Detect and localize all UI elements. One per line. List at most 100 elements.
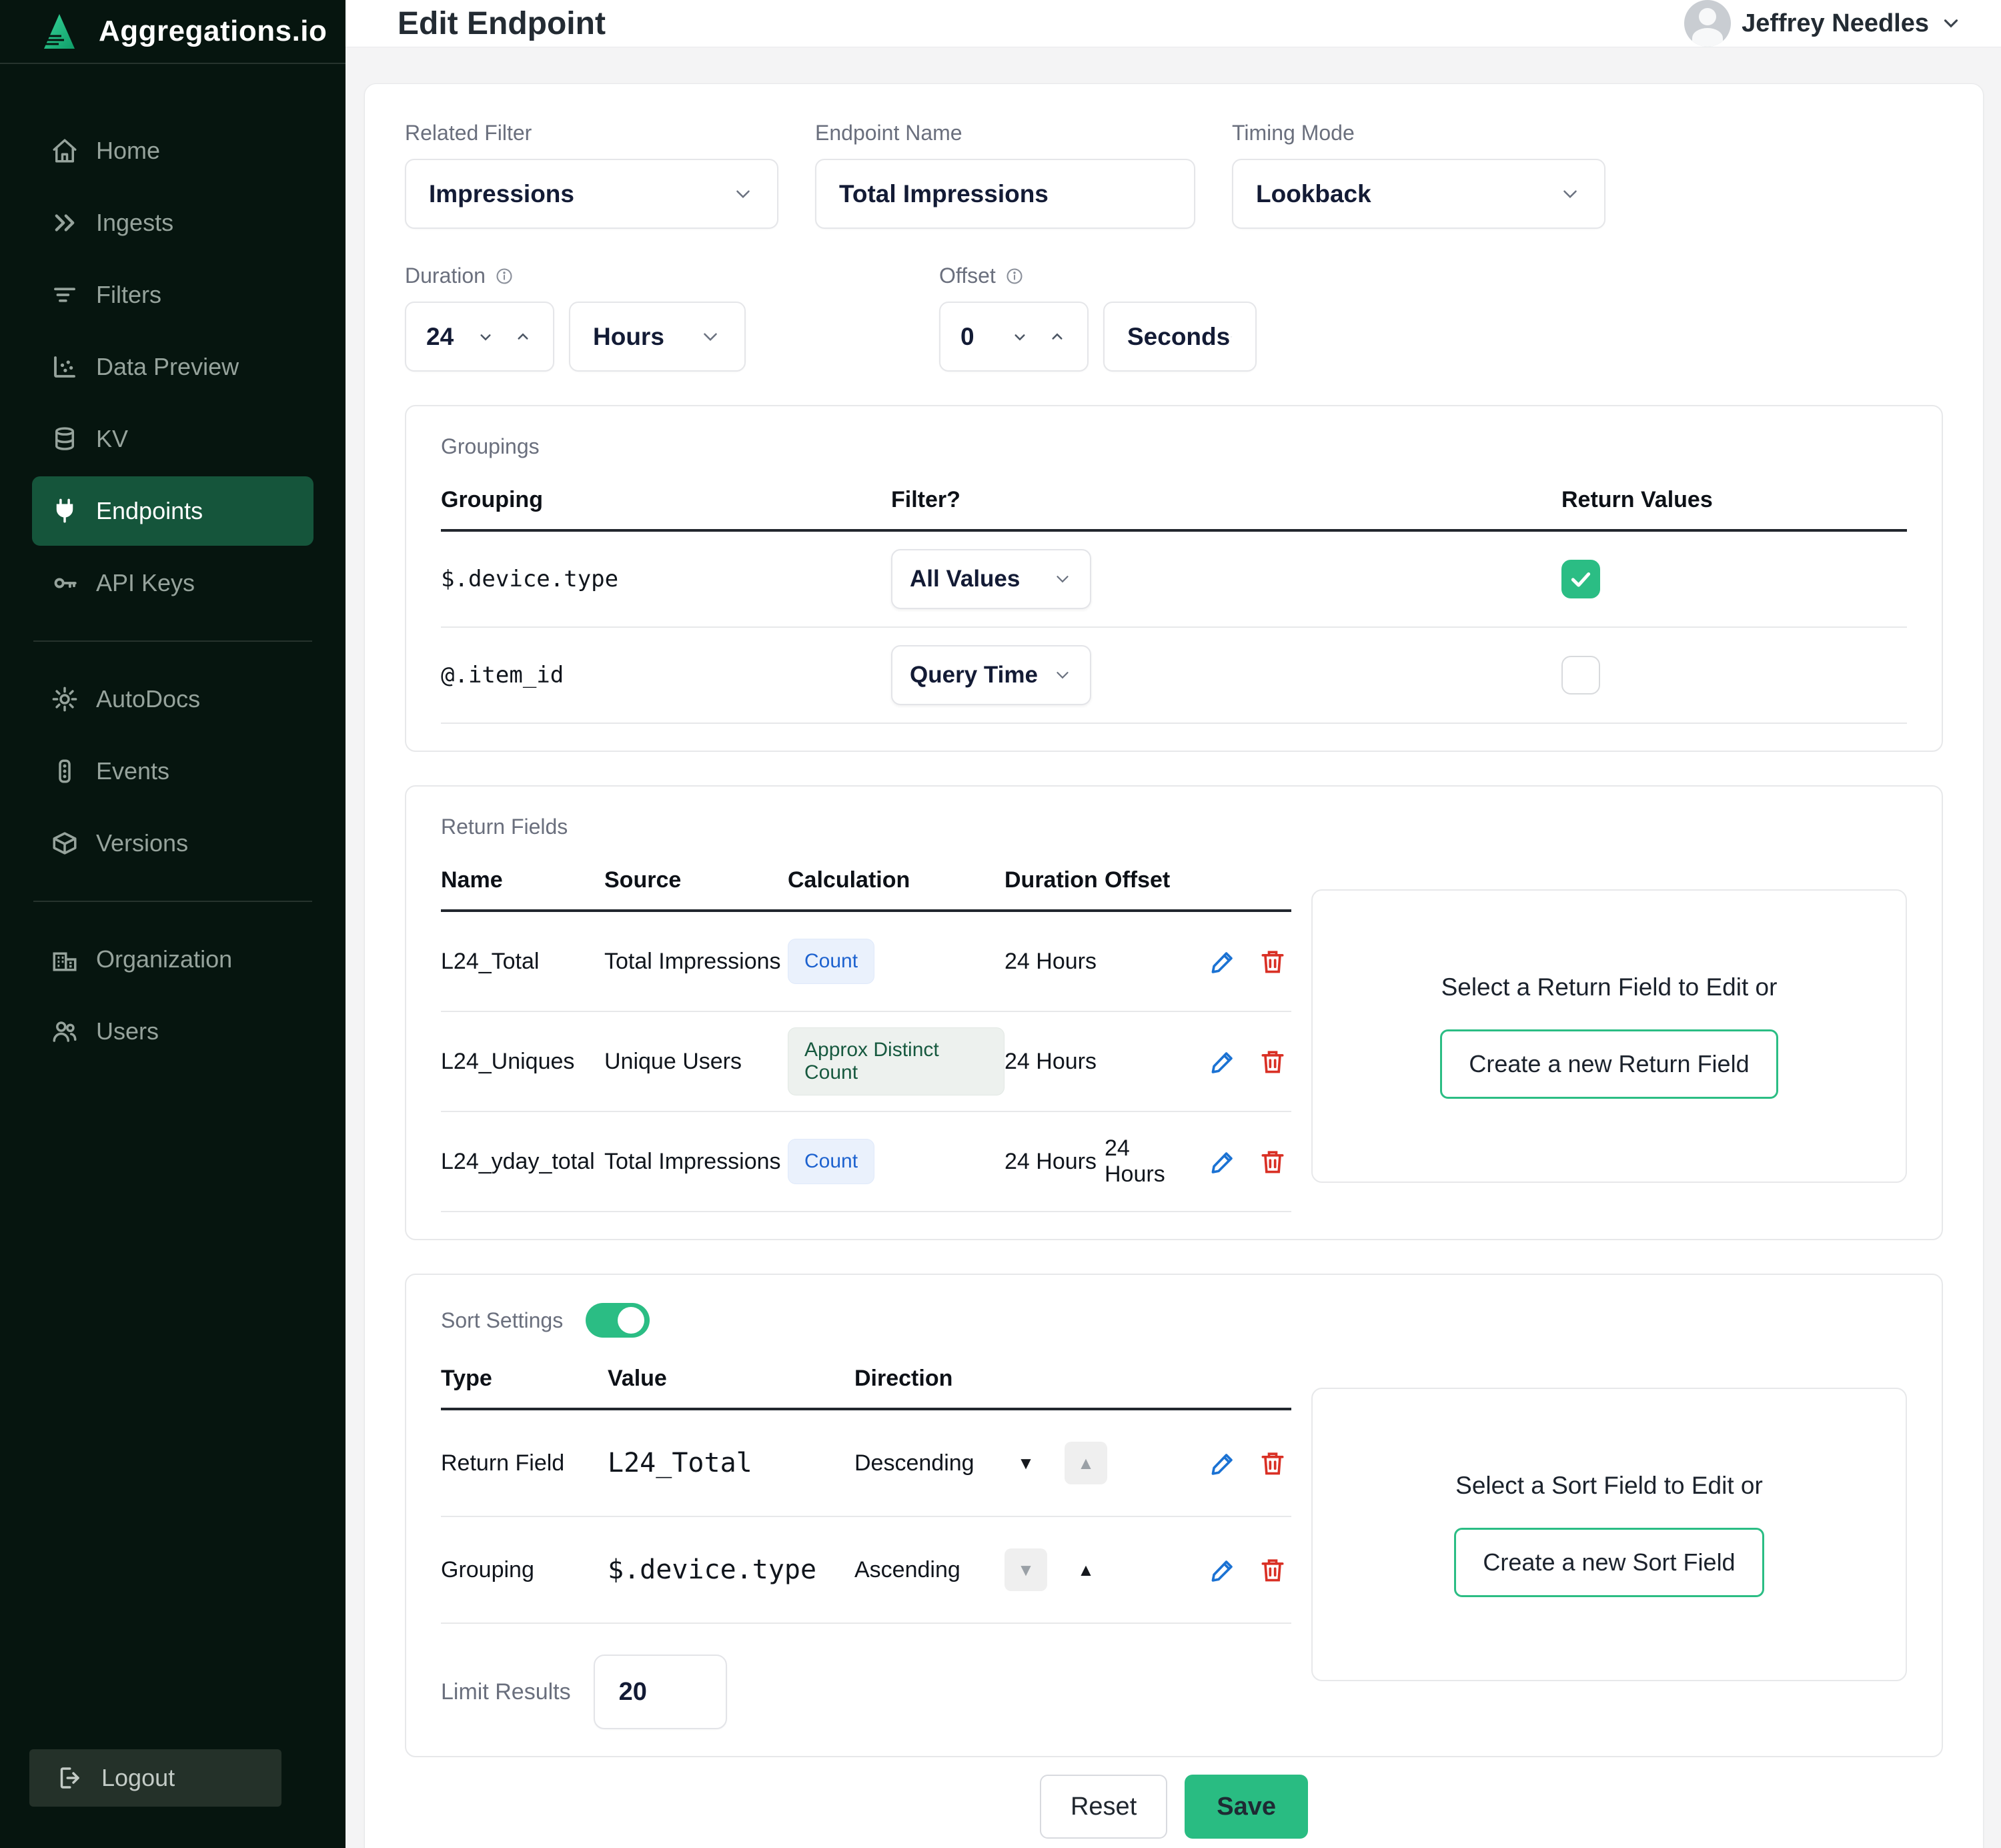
return-values-checkbox[interactable] (1561, 560, 1600, 598)
sidebar-item-label: AutoDocs (96, 685, 200, 713)
return-field-offset: 24 Hours (1105, 1135, 1185, 1188)
reset-button[interactable]: Reset (1040, 1775, 1167, 1839)
edit-icon[interactable] (1209, 1147, 1238, 1176)
offset-unit-select[interactable]: Seconds (1103, 302, 1257, 372)
main-area: Edit Endpoint Jeffrey Needles Related Fi… (346, 0, 2001, 1848)
edit-icon[interactable] (1209, 1448, 1238, 1478)
sort-type: Grouping (441, 1557, 608, 1583)
duration-group: Duration 24 Hours (405, 264, 746, 372)
offset-value-stepper[interactable]: 0 (939, 302, 1089, 372)
return-values-checkbox[interactable] (1561, 656, 1600, 695)
limit-results-label: Limit Results (441, 1679, 571, 1705)
page-title: Edit Endpoint (398, 5, 606, 42)
move-up-button[interactable]: ▲ (1065, 1548, 1107, 1591)
sidebar-item-versions[interactable]: Versions (32, 809, 313, 878)
sidebar-item-kv[interactable]: KV (32, 404, 313, 474)
logout-label: Logout (101, 1764, 175, 1792)
column-filter: Filter? (891, 487, 1561, 513)
sidebar-item-events[interactable]: Events (32, 737, 313, 806)
return-field-row: L24_Total Total Impressions Count 24 Hou… (441, 912, 1291, 1012)
sort-fields-table: Type Value Direction Return Field L24_To… (441, 1338, 1291, 1729)
brand[interactable]: Aggregations.io (0, 0, 346, 64)
edit-icon[interactable] (1209, 1555, 1238, 1584)
grouping-path: @.item_id (441, 662, 891, 688)
endpoint-name-label: Endpoint Name (815, 121, 1195, 145)
endpoints-icon (51, 497, 79, 525)
return-field-duration: 24 Hours (1005, 1149, 1105, 1175)
grouping-filter-select[interactable]: Query Time (891, 645, 1091, 705)
sort-field-editor-panel: Select a Sort Field to Edit or Create a … (1311, 1388, 1907, 1681)
offset-value: 0 (960, 323, 992, 351)
offset-label: Offset (939, 264, 996, 288)
api-keys-icon (51, 569, 79, 597)
content-area: Related Filter Impressions Endpoint Name… (346, 47, 2001, 1848)
app-window: Aggregations.io Home Ingests Filters Dat… (0, 0, 2001, 1848)
chevron-down-icon (1053, 665, 1073, 685)
delete-icon[interactable] (1258, 1555, 1287, 1584)
logout-button[interactable]: Logout (29, 1749, 281, 1807)
sidebar-item-home[interactable]: Home (32, 116, 313, 185)
sidebar-item-users[interactable]: Users (32, 997, 313, 1066)
move-up-button[interactable]: ▲ (1065, 1442, 1107, 1484)
timing-row: Duration 24 Hours (405, 264, 1943, 372)
sidebar-item-ingests[interactable]: Ingests (32, 188, 313, 258)
related-filter-group: Related Filter Impressions (405, 121, 778, 229)
limit-results-group: Limit Results (441, 1655, 1291, 1729)
create-sort-field-button[interactable]: Create a new Sort Field (1454, 1528, 1764, 1597)
endpoint-form-row: Related Filter Impressions Endpoint Name… (405, 121, 1943, 229)
sidebar-item-label: Data Preview (96, 353, 239, 381)
sidebar-item-organization[interactable]: Organization (32, 925, 313, 994)
return-field-name: L24_yday_total (441, 1149, 604, 1175)
edit-icon[interactable] (1209, 947, 1238, 976)
sidebar-item-filters[interactable]: Filters (32, 260, 313, 330)
sort-settings-toggle[interactable] (586, 1303, 650, 1338)
offset-group: Offset 0 Seconds (939, 264, 1257, 372)
check-icon (1567, 566, 1594, 592)
user-menu[interactable]: Jeffrey Needles (1684, 0, 1962, 47)
grouping-row: @.item_id Query Time (441, 628, 1907, 724)
ingests-icon (51, 209, 79, 237)
save-button[interactable]: Save (1185, 1775, 1308, 1839)
delete-icon[interactable] (1258, 1047, 1287, 1076)
info-icon (495, 267, 514, 286)
stepper-up-icon[interactable] (513, 327, 533, 347)
move-down-button[interactable]: ▼ (1005, 1548, 1047, 1591)
endpoint-name-input[interactable]: Total Impressions (815, 159, 1195, 229)
duration-value-stepper[interactable]: 24 (405, 302, 554, 372)
sidebar-item-label: Home (96, 137, 160, 165)
sidebar-item-label: Users (96, 1017, 159, 1045)
column-grouping: Grouping (441, 487, 891, 513)
create-return-field-button[interactable]: Create a new Return Field (1440, 1029, 1778, 1099)
calculation-badge: Count (788, 939, 874, 984)
return-field-source: Total Impressions (604, 949, 788, 975)
groupings-section: Groupings Grouping Filter? Return Values… (405, 405, 1943, 752)
related-filter-select[interactable]: Impressions (405, 159, 778, 229)
organization-icon (51, 945, 79, 973)
return-fields-table-header: Name Source Calculation Duration Offset (441, 867, 1291, 912)
limit-results-input[interactable] (594, 1655, 727, 1729)
sidebar-item-endpoints[interactable]: Endpoints (32, 476, 313, 546)
offset-unit-value: Seconds (1127, 323, 1230, 351)
endpoint-name-group: Endpoint Name Total Impressions (815, 121, 1195, 229)
move-down-button[interactable]: ▼ (1005, 1442, 1047, 1484)
sidebar-item-api-keys[interactable]: API Keys (32, 548, 313, 618)
stepper-down-icon[interactable] (476, 327, 496, 347)
sidebar-item-label: Endpoints (96, 497, 203, 525)
sidebar-item-data-preview[interactable]: Data Preview (32, 332, 313, 402)
duration-unit-select[interactable]: Hours (569, 302, 746, 372)
sidebar-item-autodocs[interactable]: AutoDocs (32, 664, 313, 734)
events-icon (51, 757, 79, 785)
delete-icon[interactable] (1258, 1147, 1287, 1176)
delete-icon[interactable] (1258, 947, 1287, 976)
delete-icon[interactable] (1258, 1448, 1287, 1478)
autodocs-icon (51, 685, 79, 713)
edit-icon[interactable] (1209, 1047, 1238, 1076)
grouping-filter-select[interactable]: All Values (891, 549, 1091, 609)
timing-mode-select[interactable]: Lookback (1232, 159, 1605, 229)
stepper-up-icon[interactable] (1047, 327, 1067, 347)
sort-field-row: Return Field L24_Total Descending ▼ ▲ (441, 1410, 1291, 1517)
sidebar-item-label: Filters (96, 281, 161, 309)
stepper-down-icon[interactable] (1010, 327, 1030, 347)
filters-icon (51, 281, 79, 309)
edit-endpoint-card: Related Filter Impressions Endpoint Name… (364, 83, 1984, 1848)
